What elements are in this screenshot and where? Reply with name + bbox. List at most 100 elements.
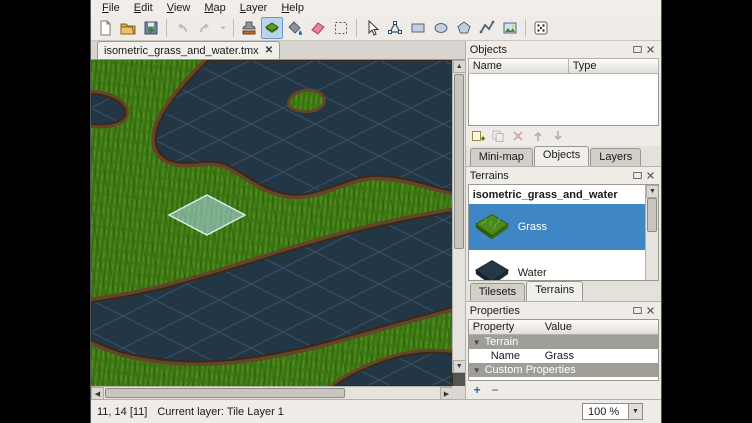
add-object-icon (471, 129, 485, 143)
property-group-custom[interactable]: ▼ Custom Properties (469, 363, 658, 377)
float-panel-icon (632, 170, 643, 181)
random-mode-button[interactable] (530, 17, 552, 39)
undo-button[interactable] (171, 17, 193, 39)
properties-table: Property Value ▼ Terrain Name Grass ▼ Cu… (468, 319, 659, 381)
zoom-value[interactable]: 100 % (582, 403, 628, 420)
select-objects-button[interactable] (361, 17, 383, 39)
terrain-item-water[interactable]: Water (469, 250, 645, 281)
properties-toolbar: + − (466, 381, 661, 399)
terrain-label: Grass (518, 221, 547, 233)
insert-rectangle-button[interactable] (407, 17, 429, 39)
close-icon (645, 305, 656, 316)
scroll-down-icon[interactable]: ▼ (453, 360, 466, 373)
redo-button[interactable] (194, 17, 216, 39)
bucket-fill-button[interactable] (284, 17, 306, 39)
map-canvas[interactable] (91, 60, 453, 386)
raise-objects-button[interactable] (529, 127, 547, 145)
group-label: Terrain (485, 336, 519, 348)
remove-objects-button[interactable] (509, 127, 527, 145)
float-panel-button[interactable] (631, 43, 644, 56)
new-map-button[interactable] (94, 17, 116, 39)
stamp-brush-button[interactable] (238, 17, 260, 39)
close-tab-icon[interactable]: ✕ (265, 46, 273, 56)
terrains-panel-title: Terrains (466, 167, 661, 184)
property-group-terrain[interactable]: ▼ Terrain (469, 335, 658, 349)
redo-history-button[interactable] (217, 17, 229, 39)
remove-objects-icon (511, 129, 525, 143)
float-panel-button[interactable] (631, 304, 644, 317)
terrain-item-grass[interactable]: Grass (469, 204, 645, 250)
chevron-down-icon: ▼ (473, 338, 481, 347)
current-layer-label: Current layer: Tile Layer 1 (157, 406, 284, 418)
close-panel-button[interactable] (644, 304, 657, 317)
menu-bar: File Edit View Map Layer Help (91, 0, 661, 15)
column-header-name[interactable]: Name (468, 58, 568, 74)
tab-objects[interactable]: Objects (534, 146, 589, 166)
property-value[interactable]: Grass (541, 350, 658, 362)
scroll-up-icon[interactable]: ▲ (453, 60, 466, 73)
column-header-type[interactable]: Type (568, 58, 659, 74)
insert-tile-button[interactable] (499, 17, 521, 39)
eraser-button[interactable] (307, 17, 329, 39)
tab-layers[interactable]: Layers (590, 148, 641, 166)
horizontal-scroll-thumb[interactable] (105, 388, 345, 398)
tab-terrains[interactable]: Terrains (526, 281, 583, 301)
menu-edit[interactable]: Edit (127, 1, 160, 15)
zoom-dropdown-icon[interactable]: ▼ (628, 403, 643, 420)
tab-tilesets[interactable]: Tilesets (470, 283, 526, 301)
scroll-left-icon[interactable]: ◀ (91, 387, 104, 400)
close-panel-button[interactable] (644, 169, 657, 182)
undo-icon (174, 20, 190, 36)
open-map-button[interactable] (117, 17, 139, 39)
menu-view[interactable]: View (160, 1, 198, 15)
menu-file[interactable]: File (95, 1, 127, 15)
new-map-icon (97, 20, 113, 36)
panel-title-label: Properties (470, 305, 631, 317)
float-panel-icon (632, 305, 643, 316)
add-object-button[interactable] (469, 127, 487, 145)
map-canvas-area: ▲ ▼ ◀ ▶ (91, 60, 465, 399)
toolbar-separator (525, 19, 526, 37)
insert-polyline-button[interactable] (476, 17, 498, 39)
scrollbar-corner (452, 386, 465, 399)
rectangular-select-icon (333, 20, 349, 36)
duplicate-objects-button[interactable] (489, 127, 507, 145)
column-header-value[interactable]: Value (541, 320, 658, 335)
edit-polygons-button[interactable] (384, 17, 406, 39)
canvas-horizontal-scrollbar[interactable]: ◀ ▶ (91, 386, 453, 399)
vertical-scroll-thumb[interactable] (454, 74, 464, 249)
close-icon (645, 170, 656, 181)
document-tab[interactable]: isometric_grass_and_water.tmx ✕ (97, 41, 280, 59)
tab-mini-map[interactable]: Mini-map (470, 148, 533, 166)
remove-property-button[interactable]: − (488, 383, 503, 398)
menu-help[interactable]: Help (274, 1, 311, 15)
menu-map[interactable]: Map (197, 1, 232, 15)
panel-title-label: Objects (470, 44, 631, 56)
main-toolbar (91, 15, 661, 41)
property-row-name[interactable]: Name Grass (469, 349, 658, 363)
tileset-name-header[interactable]: isometric_grass_and_water (469, 185, 645, 204)
canvas-vertical-scrollbar[interactable]: ▲ ▼ (452, 60, 465, 373)
redo-icon (197, 20, 213, 36)
lower-objects-button[interactable] (549, 127, 567, 145)
insert-ellipse-button[interactable] (430, 17, 452, 39)
terrain-brush-button[interactable] (261, 17, 283, 39)
float-panel-button[interactable] (631, 169, 644, 182)
close-icon (645, 44, 656, 55)
close-panel-button[interactable] (644, 43, 657, 56)
zoom-combo[interactable]: 100 % ▼ (582, 403, 643, 420)
add-property-button[interactable]: + (470, 383, 485, 398)
insert-polygon-button[interactable] (453, 17, 475, 39)
terrains-scrollbar[interactable]: ▲ ▼ (645, 185, 658, 280)
save-map-button[interactable] (140, 17, 162, 39)
menu-layer[interactable]: Layer (233, 1, 275, 15)
objects-list[interactable] (468, 74, 659, 126)
bucket-fill-icon (287, 20, 303, 36)
rectangular-select-button[interactable] (330, 17, 352, 39)
column-header-property[interactable]: Property (469, 320, 541, 335)
scroll-down-icon[interactable]: ▼ (646, 185, 659, 198)
objects-toolbar (466, 126, 661, 146)
terrains-scroll-thumb[interactable] (647, 198, 657, 232)
chevron-down-icon (218, 20, 228, 36)
document-tab-bar: isometric_grass_and_water.tmx ✕ (91, 41, 465, 60)
